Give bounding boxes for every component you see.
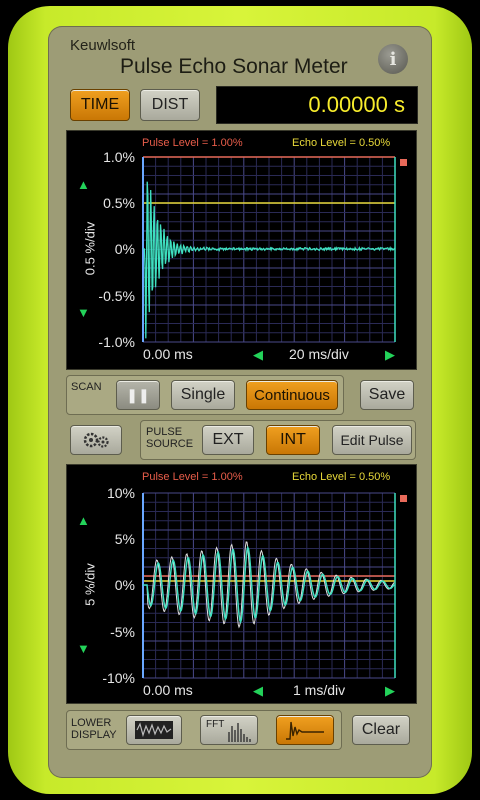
x-scale-left-arrow-icon[interactable]: ◀ <box>253 683 263 699</box>
pulse-level-label: Pulse Level = 1.00% <box>142 137 243 149</box>
level-marker <box>400 495 407 502</box>
continuous-scan-button[interactable]: Continuous <box>246 380 338 410</box>
y-scale-up-arrow-icon[interactable]: ▲ <box>77 513 90 528</box>
x-scale-right-arrow-icon[interactable]: ▶ <box>385 683 395 699</box>
lower-display-label-line1: LOWER <box>71 718 111 729</box>
int-source-button[interactable]: INT <box>266 425 320 455</box>
echo-level-label: Echo Level = 0.50% <box>292 471 390 483</box>
settings-button[interactable] <box>70 425 122 455</box>
echo-view-button[interactable] <box>276 715 334 745</box>
waveform-noise-icon <box>135 720 173 740</box>
waveform-view-button[interactable] <box>126 715 182 745</box>
pulse-source-label-line2: SOURCE <box>146 439 193 450</box>
upper-scope-display: Pulse Level = 1.00% Echo Level = 0.50% 1… <box>66 130 417 370</box>
y-tick-label: 1.0% <box>75 149 135 165</box>
y-scale-down-arrow-icon[interactable]: ▼ <box>77 305 90 320</box>
echo-level-label: Echo Level = 0.50% <box>292 137 390 149</box>
distance-mode-button[interactable]: DIST <box>140 89 200 121</box>
scan-label: SCAN <box>71 382 102 393</box>
single-scan-button[interactable]: Single <box>171 380 235 410</box>
time-mode-button[interactable]: TIME <box>70 89 130 121</box>
y-tick-label: 10% <box>75 485 135 501</box>
brand-label: Keuwlsoft <box>70 37 135 54</box>
x-start-label: 0.00 ms <box>143 682 193 698</box>
app-title: Pulse Echo Sonar Meter <box>120 55 348 79</box>
x-scale-left-arrow-icon[interactable]: ◀ <box>253 347 263 363</box>
time-readout: 0.00000 s <box>216 86 418 124</box>
y-tick-label: -1.0% <box>75 334 135 350</box>
x-start-label: 0.00 ms <box>143 346 193 362</box>
ext-source-button[interactable]: EXT <box>202 425 254 455</box>
y-tick-label: -10% <box>75 670 135 686</box>
clear-button[interactable]: Clear <box>352 715 410 745</box>
edit-pulse-button[interactable]: Edit Pulse <box>332 425 412 455</box>
y-unit-label: 0.5 %/div <box>83 204 98 294</box>
lower-display-label-line2: DISPLAY <box>71 730 117 741</box>
y-scale-down-arrow-icon[interactable]: ▼ <box>77 641 90 656</box>
x-scale-label: 20 ms/div <box>289 346 349 362</box>
fft-view-button[interactable]: FFT <box>200 715 258 745</box>
y-unit-label: 5 %/div <box>83 540 98 630</box>
y-scale-up-arrow-icon[interactable]: ▲ <box>77 177 90 192</box>
fft-spectrum-icon <box>203 718 257 744</box>
pulse-source-label-line1: PULSE <box>146 427 182 438</box>
lower-scope-display: Pulse Level = 1.00% Echo Level = 0.50% 1… <box>66 464 417 704</box>
x-scale-right-arrow-icon[interactable]: ▶ <box>385 347 395 363</box>
gears-icon <box>81 430 111 450</box>
level-marker <box>400 159 407 166</box>
save-button[interactable]: Save <box>360 380 414 410</box>
pause-button[interactable]: ❚❚ <box>116 380 160 410</box>
x-scale-label: 1 ms/div <box>293 682 345 698</box>
info-button[interactable]: i <box>378 44 408 74</box>
pulse-level-label: Pulse Level = 1.00% <box>142 471 243 483</box>
echo-decay-icon <box>284 719 326 741</box>
